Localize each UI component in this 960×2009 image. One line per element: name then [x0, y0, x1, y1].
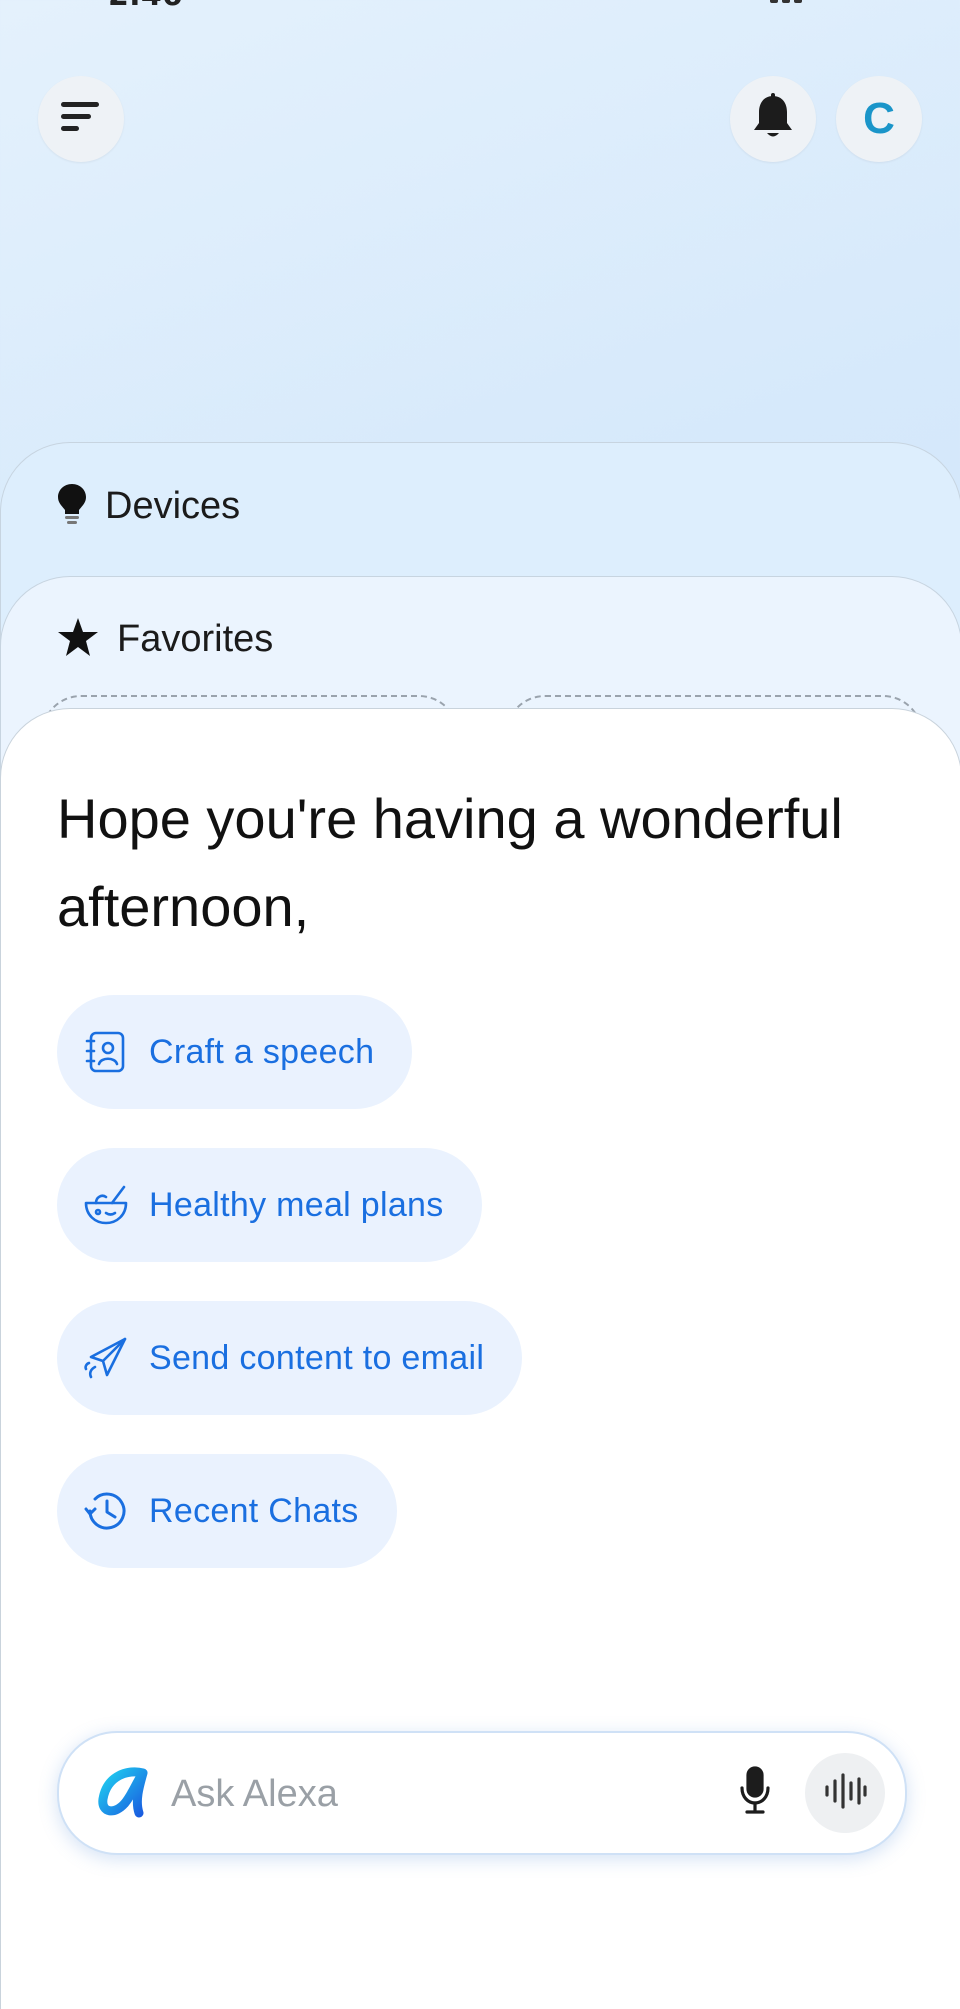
ask-alexa-input[interactable] [169, 1761, 673, 1827]
greeting-text: Hope you're having a wonderful afternoon… [57, 787, 843, 938]
microphone-button[interactable] [725, 1763, 785, 1823]
suggestion-label: Recent Chats [149, 1491, 359, 1530]
system-icons [770, 0, 870, 8]
suggestion-label: Craft a speech [149, 1032, 375, 1071]
paper-plane-icon [81, 1333, 131, 1383]
voice-mode-button[interactable] [805, 1753, 885, 1833]
lightbulb-icon [57, 483, 87, 529]
suggestion-healthy-meal-plans[interactable]: Healthy meal plans [57, 1148, 482, 1262]
suggestion-label: Healthy meal plans [149, 1185, 444, 1224]
main-sheet: Hope you're having a wonderful afternoon… [0, 708, 960, 2009]
avatar-letter: C [863, 94, 895, 143]
bowl-icon [81, 1180, 131, 1230]
microphone-icon [738, 1766, 772, 1820]
suggestion-craft-speech[interactable]: Craft a speech [57, 995, 413, 1109]
speech-doc-icon [81, 1027, 131, 1077]
alexa-logo-icon [95, 1765, 153, 1823]
recent-chats-button[interactable]: Recent Chats [57, 1454, 397, 1568]
waveform-icon [823, 1771, 867, 1815]
menu-lines-icon [61, 102, 101, 136]
devices-header: Devices [57, 483, 240, 529]
status-time: 2:46 [108, 0, 183, 13]
star-icon [57, 617, 99, 661]
suggestion-send-content-email[interactable]: Send content to email [57, 1301, 523, 1415]
devices-label: Devices [105, 484, 241, 527]
status-bar: 2:46 [0, 0, 960, 14]
suggestion-label: Send content to email [149, 1338, 485, 1377]
avatar[interactable]: C [836, 76, 922, 162]
history-clock-icon [81, 1486, 131, 1536]
notifications-button[interactable] [730, 76, 816, 162]
ask-alexa-bar[interactable] [57, 1731, 907, 1855]
favorites-label: Favorites [117, 617, 274, 660]
bell-icon [751, 93, 795, 145]
menu-button[interactable] [38, 76, 124, 162]
favorites-header: Favorites [57, 617, 273, 661]
